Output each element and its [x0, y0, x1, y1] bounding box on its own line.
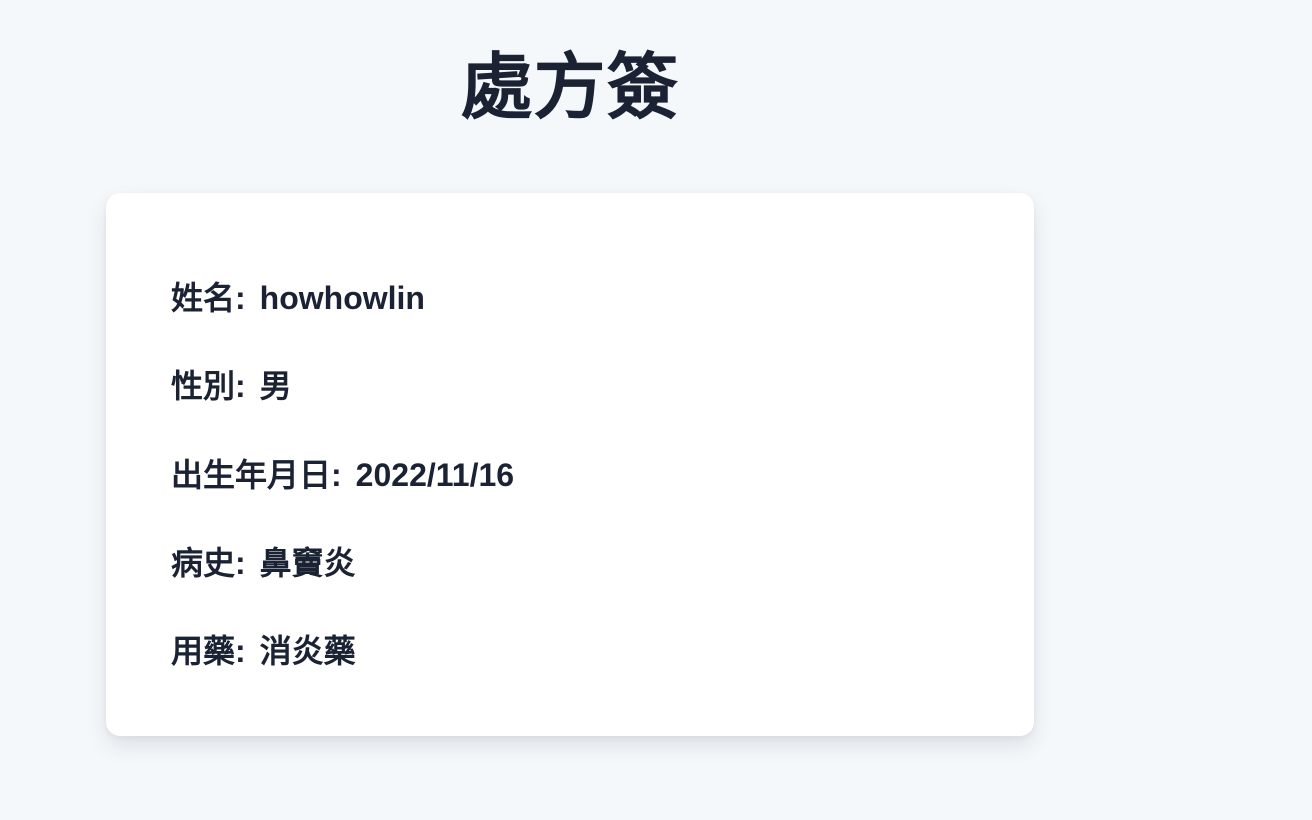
field-label-medical-history: 病史:: [171, 545, 246, 581]
field-gender: 性別: 男: [171, 366, 292, 406]
field-date-of-birth: 出生年月日: 2022/11/16: [171, 455, 514, 495]
field-name: 姓名: howhowlin: [171, 278, 425, 318]
field-label-date-of-birth: 出生年月日:: [171, 457, 342, 493]
field-medication: 用藥: 消炎藥: [171, 631, 356, 671]
field-value-gender: 男: [259, 368, 292, 404]
field-medical-history: 病史: 鼻竇炎: [171, 543, 356, 583]
field-label-medication: 用藥:: [171, 633, 246, 669]
field-value-date-of-birth: 2022/11/16: [355, 457, 515, 493]
prescription-card: 姓名: howhowlin 性別: 男 出生年月日: 2022/11/16 病史: 鼻竇…: [106, 193, 1034, 736]
field-value-medication: 消炎藥: [259, 633, 356, 669]
field-value-medical-history: 鼻竇炎: [259, 545, 356, 581]
page: 處方簽 姓名: howhowlin 性別: 男 出生年月日: 2022/11/16 病…: [0, 0, 1312, 820]
field-label-gender: 性別:: [171, 368, 246, 404]
field-value-name: howhowlin: [259, 280, 425, 316]
page-title: 處方簽: [460, 48, 680, 128]
field-label-name: 姓名:: [171, 280, 246, 316]
